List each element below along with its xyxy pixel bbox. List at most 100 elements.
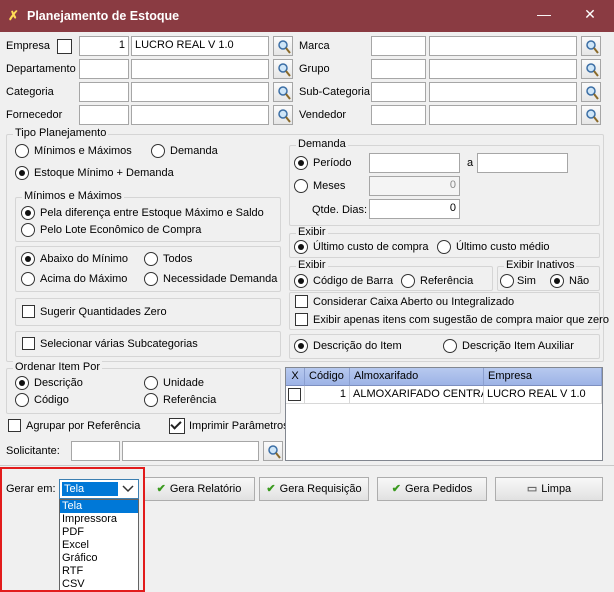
limpa-button[interactable]: ▭ Limpa [495, 477, 603, 501]
periodo-label: Período [313, 157, 352, 169]
agrupar-referencia-checkbox[interactable] [8, 419, 21, 432]
solicitante-name-field[interactable] [122, 441, 259, 461]
radio-acima-maximo[interactable] [21, 272, 35, 286]
radio-descricao-auxiliar[interactable] [443, 339, 457, 353]
gera-pedidos-label: Gera Pedidos [404, 483, 473, 495]
selecionar-subcategorias-checkbox[interactable] [22, 337, 35, 350]
vendedor-name-field[interactable] [429, 105, 577, 125]
grupo-name-field[interactable] [429, 59, 577, 79]
row-checkbox[interactable] [288, 388, 301, 401]
periodo-end-field[interactable] [477, 153, 568, 173]
fornecedor-name-field[interactable] [131, 105, 269, 125]
radio-ultimo-custo-medio[interactable] [437, 240, 451, 254]
grupo-code-field[interactable] [371, 59, 426, 79]
sugerir-quantidades-checkbox[interactable] [22, 305, 35, 318]
radio-ordenar-referencia[interactable] [144, 393, 158, 407]
gera-pedidos-button[interactable]: ✔ Gera Pedidos [377, 477, 487, 501]
marca-name-field[interactable] [429, 36, 577, 56]
radio-ordenar-descricao[interactable] [15, 376, 29, 390]
radio-minimos-maximos[interactable] [15, 144, 29, 158]
table-cell-almoxarifado[interactable]: ALMOXARIFADO CENTRAL [350, 386, 484, 404]
demanda-label: Demanda [170, 145, 218, 157]
subcategoria-code-field[interactable] [371, 82, 426, 102]
check-icon: ✔ [391, 483, 401, 495]
marca-code-field[interactable] [371, 36, 426, 56]
apenas-sugestao-checkbox[interactable] [295, 313, 308, 326]
search-icon [586, 40, 599, 54]
radio-lote-economico[interactable] [21, 223, 35, 237]
almoxarifado-grid: X Código Almoxarifado Empresa 1 ALMOXARI… [285, 367, 603, 461]
empresa-name-field[interactable]: LUCRO REAL V 1.0 [131, 36, 269, 56]
radio-todos[interactable] [144, 252, 158, 266]
radio-abaixo-minimo[interactable] [21, 252, 35, 266]
grid-header-empresa[interactable]: Empresa [484, 368, 602, 386]
gera-requisicao-label: Gera Requisição [279, 483, 362, 495]
categoria-lookup-button[interactable] [273, 82, 293, 102]
radio-ultimo-custo-compra[interactable] [294, 240, 308, 254]
periodo-start-field[interactable] [369, 153, 460, 173]
radio-meses[interactable] [294, 179, 308, 193]
radio-necessidade-demanda[interactable] [144, 272, 158, 286]
grupo-lookup-button[interactable] [581, 59, 601, 79]
title-bar: ✗ Planejamento de Estoque — ✕ [0, 0, 614, 32]
solicitante-lookup-button[interactable] [263, 441, 283, 461]
search-icon [278, 40, 291, 54]
radio-codigo-barra[interactable] [294, 274, 308, 288]
categoria-code-field[interactable] [79, 82, 129, 102]
demanda-title: Demanda [296, 138, 348, 150]
meses-label: Meses [313, 180, 346, 192]
empresa-lookup-button[interactable] [273, 36, 293, 56]
minimos-maximos-label: Mínimos e Máximos [34, 145, 132, 157]
categoria-name-field[interactable] [131, 82, 269, 102]
empresa-code-field[interactable]: 1 [79, 36, 129, 56]
vendedor-lookup-button[interactable] [581, 105, 601, 125]
considerar-caixa-checkbox[interactable] [295, 295, 308, 308]
solicitante-code-field[interactable] [71, 441, 120, 461]
table-cell-codigo[interactable]: 1 [305, 386, 350, 404]
apenas-sugestao-label: Exibir apenas itens com sugestão de comp… [313, 314, 609, 326]
table-row-checkbox-cell[interactable] [286, 386, 305, 404]
gera-requisicao-button[interactable]: ✔ Gera Requisição [259, 477, 369, 501]
subcategoria-lookup-button[interactable] [581, 82, 601, 102]
radio-periodo[interactable] [294, 156, 308, 170]
fornecedor-lookup-button[interactable] [273, 105, 293, 125]
referencia-label: Referência [420, 275, 474, 287]
grid-header-codigo[interactable]: Código [305, 368, 350, 386]
imprimir-parametros-checkbox[interactable] [169, 418, 185, 434]
qtde-dias-field[interactable]: 0 [369, 199, 460, 219]
radio-referencia[interactable] [401, 274, 415, 288]
vendedor-code-field[interactable] [371, 105, 426, 125]
radio-demanda[interactable] [151, 144, 165, 158]
todos-label: Todos [163, 253, 193, 265]
radio-ordenar-unidade[interactable] [144, 376, 158, 390]
ordenar-referencia-label: Referência [163, 394, 217, 406]
departamento-code-field[interactable] [79, 59, 129, 79]
close-button[interactable]: ✕ [580, 6, 600, 23]
ultimo-custo-compra-label: Último custo de compra [313, 241, 429, 253]
exibir-inativos-title: Exibir Inativos [504, 259, 577, 271]
radio-inativos-sim[interactable] [500, 274, 514, 288]
radio-inativos-nao[interactable] [550, 274, 564, 288]
radio-descricao-item[interactable] [294, 339, 308, 353]
radio-diferenca-estoque[interactable] [21, 206, 35, 220]
grid-header-almoxarifado[interactable]: Almoxarifado [350, 368, 484, 386]
radio-ordenar-codigo[interactable] [15, 393, 29, 407]
empresa-label: Empresa [6, 40, 51, 52]
departamento-name-field[interactable] [131, 59, 269, 79]
grid-header-x[interactable]: X [286, 368, 305, 386]
departamento-lookup-button[interactable] [273, 59, 293, 79]
search-icon [586, 86, 599, 100]
marca-lookup-button[interactable] [581, 36, 601, 56]
meses-field[interactable]: 0 [369, 176, 460, 196]
fornecedor-code-field[interactable] [79, 105, 129, 125]
minimize-button[interactable]: — [534, 6, 554, 22]
search-icon [586, 63, 599, 77]
radio-estoque-minimo-demanda[interactable] [15, 166, 29, 180]
gera-relatorio-button[interactable]: ✔ Gera Relatório [143, 477, 255, 501]
table-cell-empresa[interactable]: LUCRO REAL V 1.0 [484, 386, 602, 404]
exibir-codigo-title: Exibir [296, 259, 328, 271]
empresa-checkbox[interactable] [57, 39, 72, 54]
check-icon: ✔ [156, 483, 166, 495]
subcategoria-label: Sub-Categoria [299, 86, 370, 98]
subcategoria-name-field[interactable] [429, 82, 577, 102]
